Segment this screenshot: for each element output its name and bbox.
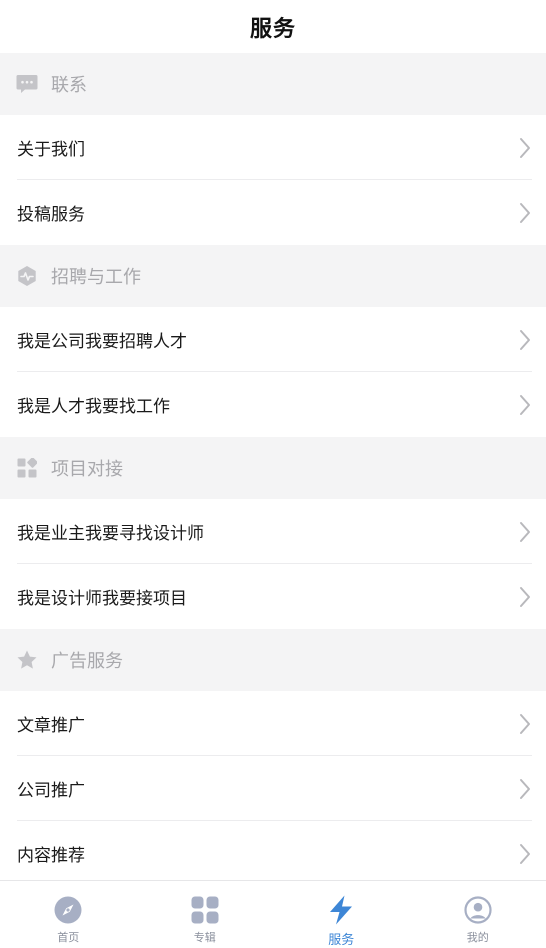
list-item-label: 我是人才我要找工作 [17, 397, 170, 417]
star-icon [16, 649, 38, 671]
section-header-projects: 项目对接 [0, 437, 546, 499]
chevron-right-icon [518, 329, 532, 351]
bottom-tab-bar: 首页 专辑 服务 我的 [0, 880, 546, 948]
list-item-designer-take-project[interactable]: 我是设计师我要接项目 [0, 564, 546, 629]
chevron-right-icon [518, 713, 532, 735]
section-title: 项目对接 [51, 459, 123, 480]
list-item-talent-find-job[interactable]: 我是人才我要找工作 [0, 372, 546, 437]
list-item-owner-find-designer[interactable]: 我是业主我要寻找设计师 [0, 499, 546, 564]
list-item-submission[interactable]: 投稿服务 [0, 180, 546, 245]
list-item-article-promotion[interactable]: 文章推广 [0, 691, 546, 756]
list-item-label: 我是公司我要招聘人才 [17, 332, 187, 352]
section-header-advertising: 广告服务 [0, 629, 546, 691]
tab-home[interactable]: 首页 [0, 881, 137, 948]
list-item-about-us[interactable]: 关于我们 [0, 115, 546, 180]
service-list: 联系 关于我们 投稿服务 招聘与工作 我是公司我要招聘人才 我是人才我要找工作 [0, 53, 546, 886]
grid-icon [190, 895, 220, 925]
chat-bubble-icon [16, 73, 38, 95]
apps-grid-icon [16, 457, 38, 479]
list-item-company-promotion[interactable]: 公司推广 [0, 756, 546, 821]
section-title: 广告服务 [51, 651, 123, 672]
list-item-content-recommend[interactable]: 内容推荐 [0, 821, 546, 886]
section-title: 招聘与工作 [51, 267, 141, 288]
list-item-label: 我是设计师我要接项目 [17, 589, 187, 609]
chevron-right-icon [518, 202, 532, 224]
list-item-label: 内容推荐 [17, 846, 85, 866]
compass-icon [53, 895, 83, 925]
chevron-right-icon [518, 778, 532, 800]
chevron-right-icon [518, 521, 532, 543]
section-header-recruitment: 招聘与工作 [0, 245, 546, 307]
tab-label: 我的 [466, 931, 489, 944]
chevron-right-icon [518, 394, 532, 416]
section-header-contact: 联系 [0, 53, 546, 115]
chevron-right-icon [518, 843, 532, 865]
list-item-label: 文章推广 [17, 716, 85, 736]
list-item-label: 投稿服务 [17, 205, 85, 225]
section-title: 联系 [51, 75, 87, 96]
user-circle-icon [463, 895, 493, 925]
tab-services[interactable]: 服务 [273, 881, 410, 948]
pulse-badge-icon [16, 265, 38, 287]
list-item-company-hire[interactable]: 我是公司我要招聘人才 [0, 307, 546, 372]
page-title: 服务 [249, 17, 296, 42]
list-item-label: 公司推广 [17, 781, 85, 801]
list-item-label: 我是业主我要寻找设计师 [17, 524, 204, 544]
list-item-label: 关于我们 [17, 140, 85, 160]
chevron-right-icon [518, 586, 532, 608]
chevron-right-icon [518, 137, 532, 159]
tab-label: 专辑 [193, 931, 216, 944]
tab-mine[interactable]: 我的 [410, 881, 546, 948]
page-header: 服务 [0, 0, 546, 54]
tab-albums[interactable]: 专辑 [137, 881, 274, 948]
lightning-icon [326, 895, 356, 925]
tab-label: 首页 [57, 931, 80, 944]
tab-label: 服务 [328, 933, 355, 948]
